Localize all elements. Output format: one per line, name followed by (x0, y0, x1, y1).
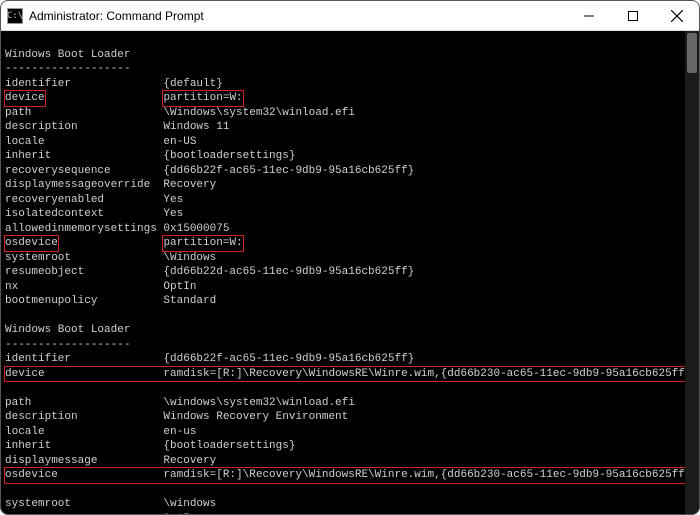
output-line: description Windows 11 (5, 120, 699, 135)
output-line (5, 33, 699, 48)
output-line: description Windows Recovery Environment (5, 410, 699, 425)
scrollbar-thumb[interactable] (687, 33, 697, 73)
output-line: systemroot \Windows (5, 251, 699, 266)
console-area: Windows Boot Loader-------------------id… (1, 31, 699, 514)
highlight-box: osdevice ramdisk=[R:]\Recovery\WindowsRE… (4, 467, 693, 484)
window-title: Administrator: Command Prompt (29, 9, 204, 23)
console-output: Windows Boot Loader-------------------id… (1, 31, 699, 514)
vertical-scrollbar[interactable] (685, 31, 699, 514)
output-line: recoveryenabled Yes (5, 193, 699, 208)
cmd-icon: C:\ (7, 8, 23, 24)
output-line (5, 483, 699, 498)
command-prompt-window: C:\ Administrator: Command Prompt Window… (0, 0, 700, 515)
output-line: nx OptIn (5, 280, 699, 295)
output-line: identifier {default} (5, 77, 699, 92)
output-line: ------------------- (5, 62, 699, 77)
output-line: allowedinmemorysettings 0x15000075 (5, 222, 699, 237)
highlight-box: device (4, 90, 46, 107)
output-line: inherit {bootloadersettings} (5, 439, 699, 454)
highlight-box: partition=W: (162, 90, 243, 107)
titlebar[interactable]: C:\ Administrator: Command Prompt (1, 1, 699, 31)
close-button[interactable] (655, 1, 699, 31)
output-line: path \windows\system32\winload.efi (5, 396, 699, 411)
output-line: device partition=W: (5, 91, 699, 106)
output-line: Windows Boot Loader (5, 48, 699, 63)
maximize-button[interactable] (611, 1, 655, 31)
output-line: bootmenupolicy Standard (5, 294, 699, 309)
output-line (5, 309, 699, 324)
output-line: locale en-US (5, 135, 699, 150)
output-line: recoverysequence {dd66b22f-ac65-11ec-9db… (5, 164, 699, 179)
output-line: displaymessageoverride Recovery (5, 178, 699, 193)
window-controls (567, 1, 699, 31)
output-line: systemroot \windows (5, 497, 699, 512)
highlight-box: partition=W: (162, 235, 243, 252)
output-line: Windows Boot Loader (5, 323, 699, 338)
output-line: osdevice partition=W: (5, 236, 699, 251)
highlight-box: device ramdisk=[R:]\Recovery\WindowsRE\W… (4, 366, 693, 383)
minimize-button[interactable] (567, 1, 611, 31)
output-line: path \Windows\system32\winload.efi (5, 106, 699, 121)
output-line: inherit {bootloadersettings} (5, 149, 699, 164)
output-line: isolatedcontext Yes (5, 207, 699, 222)
output-line: displaymessage Recovery (5, 454, 699, 469)
highlight-box: osdevice (4, 235, 59, 252)
output-line: device ramdisk=[R:]\Recovery\WindowsRE\W… (5, 367, 699, 382)
output-line: resumeobject {dd66b22d-ac65-11ec-9db9-95… (5, 265, 699, 280)
output-line: locale en-us (5, 425, 699, 440)
output-line: ------------------- (5, 338, 699, 353)
output-line (5, 381, 699, 396)
output-line: nx OptIn (5, 512, 699, 515)
output-line: osdevice ramdisk=[R:]\Recovery\WindowsRE… (5, 468, 699, 483)
output-line: identifier {dd66b22f-ac65-11ec-9db9-95a1… (5, 352, 699, 367)
